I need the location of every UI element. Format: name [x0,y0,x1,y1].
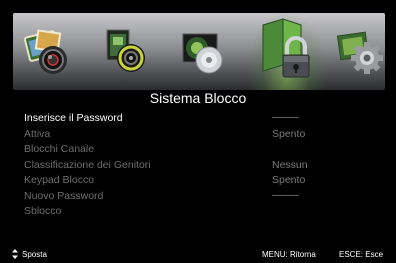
category-icon-bar [13,13,385,90]
menu-item-parental-rating[interactable]: Classificazione dei Genitori Nessun [24,158,374,174]
menu-title: Sistema Blocco [0,90,396,107]
menu-item-label: Attiva [24,127,51,140]
menu-back-hint: MENU: Ritorna [262,250,316,259]
lock-settings-menu: Inserisce il Password Attiva Spento Bloc… [24,111,374,220]
menu-item-value: Spento [272,127,306,140]
menu-item-unlock[interactable]: Sblocco [24,204,374,220]
move-hint: Sposta [12,247,47,263]
move-hint-label: Sposta [22,250,47,259]
menu-item-keypad-lock[interactable]: Keypad Blocco Spento [24,173,374,189]
tv-menu-screen: Sistema Blocco Inserisce il Password Att… [0,0,396,263]
menu-item-value: Spento [272,174,306,186]
menu-item-enter-password[interactable]: Inserisce il Password [24,111,374,127]
password-placeholder-line [272,194,299,196]
music-disc-icon[interactable] [175,26,229,78]
menu-item-activate[interactable]: Attiva Spento [24,127,374,143]
menu-item-label: Blocchi Canale [24,143,95,155]
photo-camera-icon[interactable] [21,26,75,78]
menu-item-label: Classificazione dei Genitori [24,158,151,171]
menu-item-label: Keypad Blocco [24,174,95,186]
lock-icon[interactable] [253,15,319,89]
exit-hint: ESCE: Esce [339,250,384,259]
menu-item-label: Inserisce il Password [24,112,123,124]
password-placeholder-line [272,117,299,118]
hint-bar: Sposta MENU: Ritorna ESCE: Esce [0,247,396,263]
video-film-icon[interactable] [99,26,153,78]
menu-item-label: Sblocco [24,205,62,217]
menu-item-label: Nuovo Password [24,189,104,202]
menu-item-channel-lock[interactable]: Blocchi Canale [24,142,374,158]
up-down-arrows-icon [12,249,18,259]
menu-item-value: Nessun [272,158,308,171]
menu-item-new-password[interactable]: Nuovo Password [24,189,374,205]
settings-gear-icon[interactable] [333,26,387,78]
